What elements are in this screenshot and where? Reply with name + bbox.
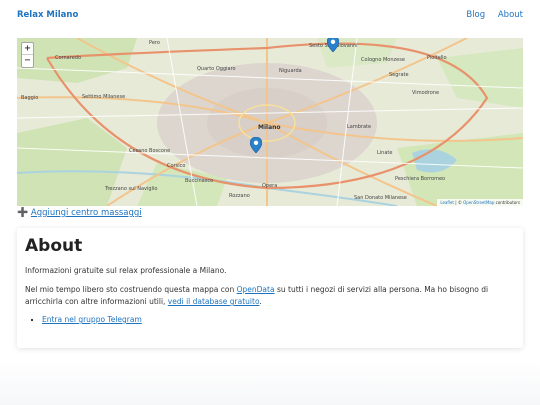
map-label: Cornaredo — [55, 55, 82, 61]
map-label: Niguarda — [279, 68, 302, 74]
telegram-group-link[interactable]: Entra nel gruppo Telegram — [42, 315, 142, 324]
nav-links: Blog About — [456, 10, 523, 20]
map-label: Rozzano — [229, 193, 250, 199]
map-attribution: Leaflet | © OpenStreetMap contributors — [437, 199, 523, 206]
map-label: Segrate — [389, 72, 409, 78]
map-label: Vimodrone — [412, 90, 440, 96]
about-paragraph: Nel mio tempo libero sto costruendo ques… — [25, 284, 515, 308]
page-title: About — [25, 236, 83, 256]
attribution-tail: contributors — [494, 200, 520, 205]
leaflet-link[interactable]: Leaflet — [440, 200, 454, 205]
map-label: Cesano Boscone — [129, 148, 171, 154]
navbar: Relax Milano Blog About — [0, 0, 540, 30]
map-label: Lambrate — [347, 124, 372, 130]
map-label: Peschiera Borromeo — [395, 176, 446, 182]
about-text: Nel mio tempo libero sto costruendo ques… — [25, 285, 237, 294]
opendata-link[interactable]: OpenData — [237, 285, 275, 294]
map-label: Buccinasco — [185, 178, 214, 184]
map-label: Opera — [262, 183, 278, 189]
map-label: Baggio — [21, 95, 39, 101]
map-label: Pioltello — [427, 55, 447, 61]
map-label: Pero — [149, 40, 160, 46]
map-label: Cologno Monzese — [361, 57, 405, 63]
map-label: San Donato Milanese — [354, 195, 407, 201]
zoom-control: + − — [21, 42, 34, 68]
osm-link[interactable]: OpenStreetMap — [463, 200, 494, 205]
nav-link-blog[interactable]: Blog — [466, 10, 485, 20]
map-marker-icon[interactable] — [250, 137, 262, 153]
map-label: Settimo Milanese — [82, 94, 126, 100]
about-card: About Informazioni gratuite sul relax pr… — [17, 228, 523, 348]
about-list: Entra nel gruppo Telegram — [42, 315, 515, 324]
page-footer-area — [0, 360, 540, 405]
about-text: . — [259, 297, 262, 306]
nav-link-about[interactable]: About — [498, 10, 523, 20]
map-label: Milano — [258, 124, 281, 131]
database-link[interactable]: vedi il database gratuito — [168, 297, 260, 306]
map-label: Quarto Oggiaro — [197, 66, 236, 72]
zoom-out-button[interactable]: − — [22, 55, 33, 67]
brand-link[interactable]: Relax Milano — [17, 10, 78, 20]
map[interactable]: Pero Cornaredo Settimo Milanese Baggio M… — [17, 38, 523, 206]
add-massage-center-link[interactable]: Aggiungi centro massaggi — [31, 208, 142, 218]
about-intro: Informazioni gratuite sul relax professi… — [25, 266, 227, 275]
list-item: Entra nel gruppo Telegram — [42, 315, 515, 324]
map-tiles[interactable] — [17, 38, 523, 206]
attribution-separator: | © — [453, 200, 464, 205]
add-massage-center[interactable]: ➕ Aggiungi centro massaggi — [17, 208, 142, 218]
map-label: Corsico — [167, 163, 186, 169]
map-label: Trezzano sul Naviglio — [105, 186, 158, 192]
plus-icon: ➕ — [17, 208, 29, 218]
map-marker-icon[interactable] — [327, 38, 339, 52]
zoom-in-button[interactable]: + — [22, 43, 33, 55]
map-label: Linate — [377, 150, 393, 156]
